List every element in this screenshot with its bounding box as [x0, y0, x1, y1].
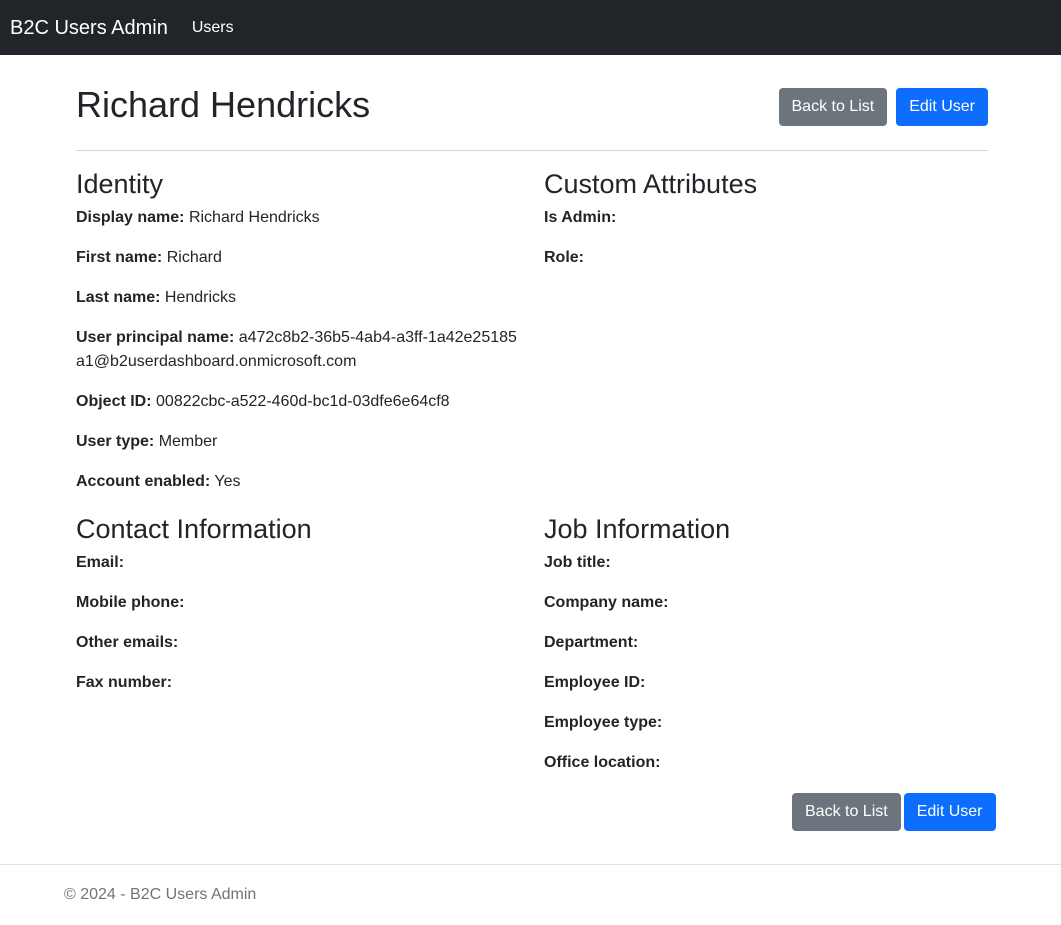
field-label: User type: [76, 433, 155, 450]
field-label: Last name: [76, 289, 161, 306]
edit-user-button[interactable]: Edit User [896, 88, 988, 126]
field-label: Email: [76, 554, 125, 571]
field-user-principal-name: User principal name: a472c8b2-36b5-4ab4-… [76, 326, 520, 374]
field-value: Richard Hendricks [188, 209, 320, 226]
field-label: First name: [76, 249, 163, 266]
section-title-contact-information: Contact Information [76, 514, 312, 544]
footer-copyright: © 2024 - B2C Users Admin [64, 886, 257, 903]
field-label: Job title: [544, 554, 611, 571]
field-value: Richard [166, 249, 222, 266]
contact-information-section: Contact Information Email: Mobile phone:… [76, 513, 520, 711]
nav-link-users[interactable]: Users [192, 19, 234, 37]
field-employee-type: Employee type: [544, 711, 988, 735]
back-to-list-button[interactable]: Back to List [778, 88, 888, 126]
field-job-title: Job title: [544, 551, 988, 575]
field-label: Display name: [76, 209, 185, 226]
field-display-name: Display name: Richard Hendricks [76, 206, 520, 230]
field-employee-id: Employee ID: [544, 671, 988, 695]
field-label: Employee type: [544, 714, 663, 731]
field-value: 00822cbc-a522-460d-bc1d-03dfe6e64cf8 [156, 393, 450, 410]
field-account-enabled: Account enabled: Yes [76, 470, 520, 494]
field-email: Email: [76, 551, 520, 575]
field-value: Hendricks [164, 289, 237, 306]
page-header: Richard Hendricks Back to List Edit User [76, 85, 988, 135]
field-label: Object ID: [76, 393, 152, 410]
header-divider [76, 150, 988, 151]
field-value: Member [158, 433, 218, 450]
field-other-emails: Other emails: [76, 631, 520, 655]
field-mobile-phone: Mobile phone: [76, 591, 520, 615]
field-role: Role: [544, 246, 988, 270]
field-label: Mobile phone: [76, 594, 185, 611]
field-first-name: First name: Richard [76, 246, 520, 270]
page-footer: © 2024 - B2C Users Admin [0, 864, 1061, 925]
job-information-section: Job Information Job title: Company name:… [544, 513, 988, 791]
custom-attributes-section: Custom Attributes Is Admin: Role: [544, 168, 988, 286]
field-object-id: Object ID: 00822cbc-a522-460d-bc1d-03dfe… [76, 390, 520, 414]
section-title-custom-attributes: Custom Attributes [544, 169, 758, 199]
field-user-type: User type: Member [76, 430, 520, 454]
field-last-name: Last name: Hendricks [76, 286, 520, 310]
field-is-admin: Is Admin: [544, 206, 988, 230]
field-label: Company name: [544, 594, 669, 611]
field-value: Yes [214, 473, 241, 490]
top-navbar: B2C Users Admin Users [0, 0, 1061, 55]
bottom-actions: Back to List Edit User [792, 793, 996, 831]
edit-user-button-bottom[interactable]: Edit User [903, 793, 996, 831]
field-label: Role: [544, 249, 584, 266]
field-label: User principal name: [76, 329, 235, 346]
brand-link[interactable]: B2C Users Admin [10, 18, 168, 38]
page-title: Richard Hendricks [76, 84, 371, 125]
field-company-name: Company name: [544, 591, 988, 615]
section-title-identity: Identity [76, 169, 164, 199]
identity-section: Identity Display name: Richard Hendricks… [76, 168, 520, 510]
field-label: Department: [544, 634, 639, 651]
section-title-job-information: Job Information [544, 514, 731, 544]
back-to-list-button-bottom[interactable]: Back to List [792, 793, 901, 831]
field-fax-number: Fax number: [76, 671, 520, 695]
field-office-location: Office location: [544, 751, 988, 775]
field-label: Office location: [544, 754, 661, 771]
field-label: Account enabled: [76, 473, 211, 490]
field-label: Is Admin: [544, 209, 617, 226]
field-label: Employee ID: [544, 674, 646, 691]
field-label: Other emails: [76, 634, 179, 651]
field-label: Fax number: [76, 674, 173, 691]
field-department: Department: [544, 631, 988, 655]
top-actions: Back to List Edit User [778, 88, 988, 126]
